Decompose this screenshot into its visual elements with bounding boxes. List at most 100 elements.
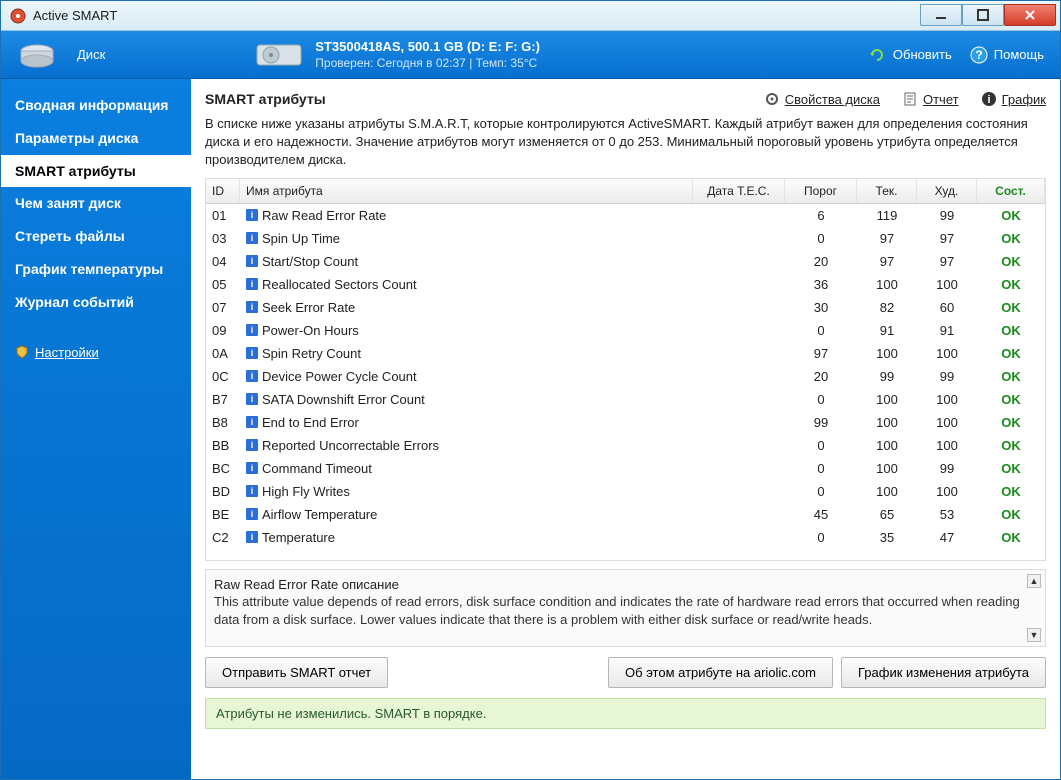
cell-status: OK [977,322,1045,339]
cell-worst: 99 [917,207,977,224]
cell-tec [693,322,785,339]
sidebar-item-6[interactable]: Журнал событий [1,286,191,319]
cell-status: OK [977,253,1045,270]
info-icon: i [246,255,258,267]
table-header: ID Имя атрибута Дата T.E.C. Порог Тек. Х… [206,179,1045,204]
refresh-label: Обновить [893,47,952,62]
sidebar-item-5[interactable]: График температуры [1,253,191,286]
col-threshold[interactable]: Порог [785,179,857,203]
cell-worst: 100 [917,437,977,454]
maximize-button[interactable] [962,4,1004,26]
cell-worst: 47 [917,529,977,546]
titlebar[interactable]: Active SMART [1,1,1060,31]
cell-worst: 100 [917,345,977,362]
table-row[interactable]: B8iEnd to End Error99100100OK [206,411,1045,434]
cell-worst: 100 [917,483,977,500]
sidebar-item-1[interactable]: Параметры диска [1,122,191,155]
help-label: Помощь [994,47,1044,62]
table-body[interactable]: 01iRaw Read Error Rate611999OK03iSpin Up… [206,204,1045,560]
cell-status: OK [977,391,1045,408]
sidebar-item-0[interactable]: Сводная информация [1,89,191,122]
minimize-button[interactable] [920,4,962,26]
cell-threshold: 0 [785,322,857,339]
cell-id: BB [206,437,240,454]
scroll-up-icon[interactable]: ▲ [1027,574,1041,588]
cell-worst: 60 [917,299,977,316]
table-row[interactable]: 05iReallocated Sectors Count36100100OK [206,273,1045,296]
cell-current: 97 [857,253,917,270]
table-row[interactable]: BDiHigh Fly Writes0100100OK [206,480,1045,503]
cell-worst: 53 [917,506,977,523]
cell-status: OK [977,437,1045,454]
table-row[interactable]: 01iRaw Read Error Rate611999OK [206,204,1045,227]
cell-current: 100 [857,460,917,477]
col-current[interactable]: Тек. [857,179,917,203]
cell-threshold: 0 [785,483,857,500]
cell-tec [693,299,785,316]
report-icon [902,91,918,107]
col-id[interactable]: ID [206,179,240,203]
refresh-button[interactable]: Обновить [869,47,952,62]
report-link[interactable]: Отчет [902,91,959,107]
chart-link[interactable]: i График [981,91,1046,107]
cell-status: OK [977,299,1045,316]
cell-threshold: 0 [785,460,857,477]
sidebar-item-2[interactable]: SMART атрибуты [1,155,191,188]
table-row[interactable]: C2iTemperature03547OK [206,526,1045,549]
cell-name: iAirflow Temperature [240,506,693,523]
cell-tec [693,368,785,385]
table-row[interactable]: BBiReported Uncorrectable Errors0100100O… [206,434,1045,457]
cell-threshold: 20 [785,253,857,270]
cell-worst: 100 [917,276,977,293]
col-name[interactable]: Имя атрибута [240,179,693,203]
cell-current: 35 [857,529,917,546]
cell-tec [693,253,785,270]
cell-tec [693,437,785,454]
info-icon: i [246,232,258,244]
disk-properties-link[interactable]: Свойства диска [764,91,880,107]
cell-threshold: 0 [785,391,857,408]
send-smart-report-button[interactable]: Отправить SMART отчет [205,657,388,688]
cell-id: BE [206,506,240,523]
cell-name: iReported Uncorrectable Errors [240,437,693,454]
table-row[interactable]: 07iSeek Error Rate308260OK [206,296,1045,319]
about-attribute-button[interactable]: Об этом атрибуте на ariolic.com [608,657,833,688]
settings-label: Настройки [35,345,99,360]
cell-status: OK [977,529,1045,546]
info-icon: i [246,393,258,405]
table-row[interactable]: BEiAirflow Temperature456553OK [206,503,1045,526]
table-row[interactable]: 0AiSpin Retry Count97100100OK [206,342,1045,365]
cell-threshold: 0 [785,437,857,454]
info-icon: i [246,531,258,543]
cell-current: 119 [857,207,917,224]
close-button[interactable] [1004,4,1056,26]
cell-status: OK [977,460,1045,477]
col-worst[interactable]: Худ. [917,179,977,203]
col-tec[interactable]: Дата T.E.C. [693,179,785,203]
cell-name: iTemperature [240,529,693,546]
cell-name: iHigh Fly Writes [240,483,693,500]
table-row[interactable]: 09iPower-On Hours09191OK [206,319,1045,342]
cell-name: iEnd to End Error [240,414,693,431]
info-icon: i [246,439,258,451]
attribute-chart-button[interactable]: График изменения атрибута [841,657,1046,688]
scroll-down-icon[interactable]: ▼ [1027,628,1041,642]
cell-threshold: 20 [785,368,857,385]
disk-menu[interactable]: Диск [77,47,105,62]
table-row[interactable]: 0CiDevice Power Cycle Count209999OK [206,365,1045,388]
cell-current: 100 [857,391,917,408]
table-row[interactable]: 04iStart/Stop Count209797OK [206,250,1045,273]
sidebar-item-3[interactable]: Чем занят диск [1,187,191,220]
sidebar-item-4[interactable]: Стереть файлы [1,220,191,253]
help-button[interactable]: ? Помощь [970,46,1044,64]
table-row[interactable]: BCiCommand Timeout010099OK [206,457,1045,480]
table-row[interactable]: 03iSpin Up Time09797OK [206,227,1045,250]
sidebar-settings[interactable]: Настройки [1,337,191,368]
cell-id: 09 [206,322,240,339]
col-status[interactable]: Сост. [977,179,1045,203]
cell-id: 07 [206,299,240,316]
info-icon: i [981,91,997,107]
cell-current: 82 [857,299,917,316]
table-row[interactable]: B7iSATA Downshift Error Count0100100OK [206,388,1045,411]
cell-current: 91 [857,322,917,339]
